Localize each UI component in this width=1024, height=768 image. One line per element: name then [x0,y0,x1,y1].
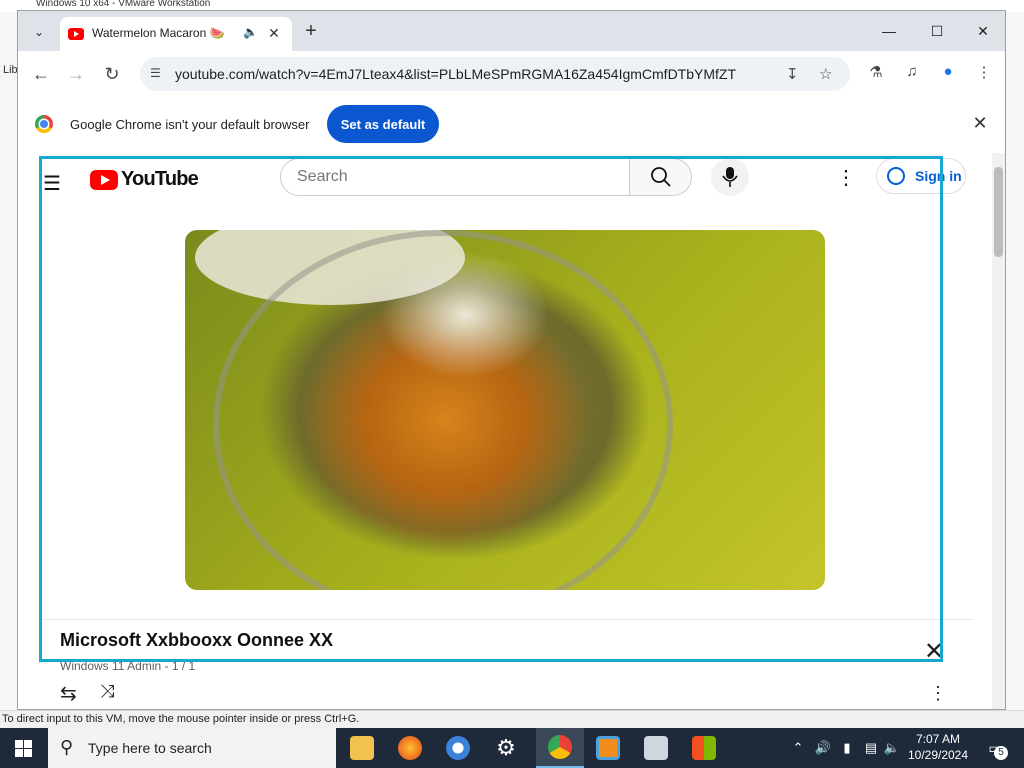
chromium-icon [446,736,470,760]
youtube-favicon-icon [68,28,84,40]
bookmark-star-icon[interactable]: ☆ [819,65,832,83]
store-app[interactable] [680,728,728,768]
taskbar-search-box[interactable]: ⚲ Type here to search [48,728,336,768]
infobar-close-icon[interactable]: ✕ [968,113,992,137]
file-explorer-app[interactable] [338,728,386,768]
windows-taskbar: ⚲ Type here to search ⚙ ⌃ 🔊 ▮ ▤ 🔈 7:07 A… [0,728,1024,768]
new-tab-button[interactable]: + [300,20,322,42]
labs-flask-icon[interactable]: ⚗ [864,63,888,87]
store-bag-icon [692,736,716,760]
notification-center-button[interactable]: ▭ 5 [980,734,1010,762]
close-window-button[interactable]: ✕ [960,16,1005,46]
chrome-icon [548,735,572,759]
firefox-icon [398,736,422,760]
forward-button[interactable]: → [61,59,91,89]
network-icon[interactable]: ▤ [860,728,882,768]
scrollbar-thumb[interactable] [994,167,1003,257]
profile-icon[interactable]: ● [936,63,960,87]
speaker-icon[interactable]: 🔈 [243,25,258,39]
gear-icon: ⚙ [496,735,516,760]
network-app[interactable] [632,728,680,768]
chrome-logo-icon [35,115,53,133]
shuffle-icon[interactable]: ⤨ [100,681,114,702]
site-info-icon[interactable]: ☰ [150,66,161,80]
firefox-app[interactable] [386,728,434,768]
library-label: Lib [3,64,18,76]
url-text[interactable]: youtube.com/watch?v=4EmJ7Lteax4&list=PLb… [175,66,736,82]
chrome-app[interactable] [536,728,584,768]
clock[interactable]: 7:07 AM 10/29/2024 [900,731,976,763]
taskbar-search-placeholder: Type here to search [88,740,212,756]
volume-icon[interactable]: 🔊 [812,728,834,768]
page-scrollbar[interactable] [992,153,1005,709]
settings-app[interactable]: ⚙ [482,728,530,768]
minimize-button[interactable]: — [866,16,912,46]
clock-date: 10/29/2024 [907,748,969,762]
clock-time: 7:07 AM [915,732,961,746]
toolbar: ← → ↻ ☰ youtube.com/watch?v=4EmJ7Lteax4&… [18,51,1005,97]
vmware-status-bar: To direct input to this VM, move the mou… [0,710,1024,729]
maximize-button[interactable]: ☐ [914,16,960,46]
start-button[interactable] [0,728,48,768]
media-control-icon[interactable]: ♫ [900,63,924,87]
chevron-down-icon: ⌄ [33,25,45,39]
infobar-message: Google Chrome isn't your default browser [70,117,310,132]
monitor-icon [644,736,668,760]
reload-button[interactable]: ↻ [97,59,127,89]
selection-highlight [39,156,943,662]
default-browser-infobar: Google Chrome isn't your default browser… [18,97,1005,154]
set-as-default-button[interactable]: Set as default [327,105,439,143]
vmware-app[interactable] [584,728,632,768]
install-app-icon[interactable]: ↧ [786,65,799,83]
search-icon: ⚲ [60,737,74,757]
windows-logo-icon [15,740,32,757]
address-bar[interactable]: ☰ youtube.com/watch?v=4EmJ7Lteax4&list=P… [140,57,850,91]
vmware-title-text: Windows 10 x64 - VMware Workstation [36,0,211,9]
vmware-right-panel [1006,12,1024,710]
folder-icon [350,736,374,760]
back-button[interactable]: ← [26,59,56,89]
loop-icon[interactable]: ⇆ [60,681,77,706]
tab-title: Watermelon Macaron 🍉 [92,26,225,40]
speaker-tray-icon[interactable]: 🔈 [882,728,902,768]
tab-youtube[interactable]: Watermelon Macaron 🍉 🔈 ✕ [60,17,292,51]
notification-badge: 5 [994,746,1008,760]
tray-chevron-icon[interactable]: ⌃ [788,728,808,768]
battery-icon[interactable]: ▮ [836,728,858,768]
menu-dots-icon[interactable]: ⋮ [972,63,996,87]
chromium-app[interactable] [434,728,482,768]
vmware-status-text: To direct input to this VM, move the mou… [2,713,360,725]
playlist-more-icon[interactable]: ⋮ [929,683,947,704]
close-tab-icon[interactable]: ✕ [264,23,284,43]
tab-search-button[interactable]: ⌄ [26,19,52,45]
tab-strip: ⌄ Watermelon Macaron 🍉 🔈 ✕ + — ☐ ✕ [18,11,1005,51]
vmware-icon [596,736,620,760]
